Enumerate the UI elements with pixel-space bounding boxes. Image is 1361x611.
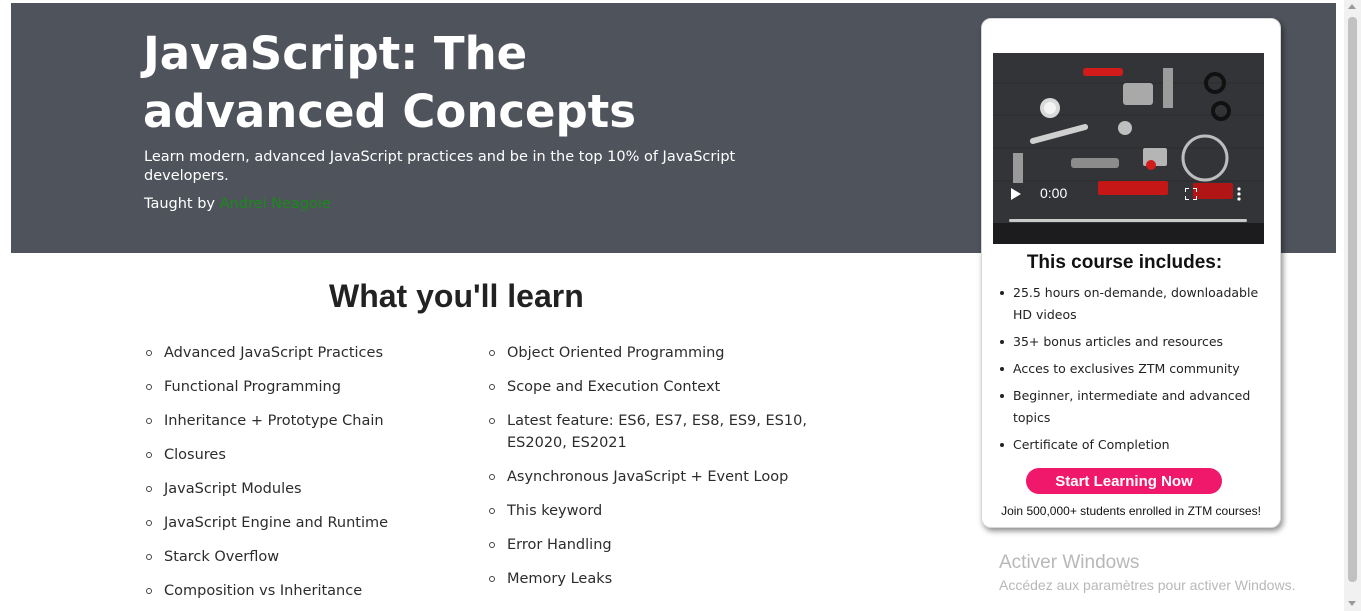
learn-item: Starck Overflow [144, 546, 464, 568]
more-options-icon[interactable] [1237, 187, 1241, 201]
scroll-up-icon[interactable] [1348, 4, 1356, 9]
enrollment-text: Join 500,000+ students enrolled in ZTM c… [1001, 504, 1261, 518]
scroll-thumb[interactable] [1348, 17, 1357, 582]
course-video-player[interactable]: 0:00 [993, 53, 1264, 244]
learn-item: Advanced JavaScript Practices [144, 342, 464, 364]
learn-item: Inheritance + Prototype Chain [144, 410, 464, 432]
course-card: 0:00 This course includes: 25.5 hours on… [981, 18, 1281, 528]
include-item: Beginner, intermediate and advanced topi… [1000, 385, 1273, 429]
learn-item: Error Handling [487, 534, 807, 556]
include-item: Acces to exclusives ZTM community [1000, 358, 1273, 380]
learn-item: Memory Leaks [487, 568, 807, 590]
video-progress-bar[interactable] [1009, 219, 1247, 222]
learn-item: Asynchronous JavaScript + Event Loop [487, 466, 807, 488]
windows-activation-title: Activer Windows [999, 552, 1140, 573]
course-includes-heading: This course includes: [1026, 252, 1223, 273]
learn-item: JavaScript Modules [144, 478, 464, 500]
learn-list-left: Advanced JavaScript Practices Functional… [144, 342, 464, 611]
course-title: JavaScript: The advanced Concepts [143, 27, 637, 138]
learn-item: Functional Programming [144, 376, 464, 398]
learn-item: JavaScript Engine and Runtime [144, 512, 464, 534]
page-scrollbar[interactable] [1344, 0, 1361, 611]
instructor-link[interactable]: Andrei Neagoie [220, 196, 331, 212]
windows-activation-subtitle: Accédez aux paramètres pour activer Wind… [999, 577, 1296, 593]
taught-by-label: Taught by [144, 196, 216, 212]
learn-item: Composition vs Inheritance [144, 580, 464, 602]
include-item: 25.5 hours on-demande, downloadable HD v… [1000, 282, 1273, 326]
learn-item: This keyword [487, 500, 807, 522]
include-item: 35+ bonus articles and resources [1000, 331, 1273, 353]
course-includes-list: 25.5 hours on-demande, downloadable HD v… [1000, 282, 1273, 461]
learn-item: Object Oriented Programming [487, 342, 807, 364]
learn-list-right: Object Oriented Programming Scope and Ex… [487, 342, 807, 602]
video-time: 0:00 [1040, 185, 1068, 201]
course-subtitle: Learn modern, advanced JavaScript practi… [144, 149, 736, 184]
learn-item: Latest feature: ES6, ES7, ES8, ES9, ES10… [487, 410, 807, 454]
include-item: Certificate of Completion [1000, 434, 1273, 456]
instructor-line: Taught by Andrei Neagoie [144, 195, 331, 214]
learn-item: Scope and Execution Context [487, 376, 807, 398]
play-icon[interactable] [1011, 188, 1021, 200]
learn-heading: What you'll learn [329, 278, 584, 314]
learn-item: Closures [144, 444, 464, 466]
video-thumbnail [993, 53, 1264, 244]
start-learning-button[interactable]: Start Learning Now [1026, 468, 1222, 494]
scroll-down-icon[interactable] [1348, 601, 1356, 606]
fullscreen-icon[interactable] [1185, 188, 1197, 200]
